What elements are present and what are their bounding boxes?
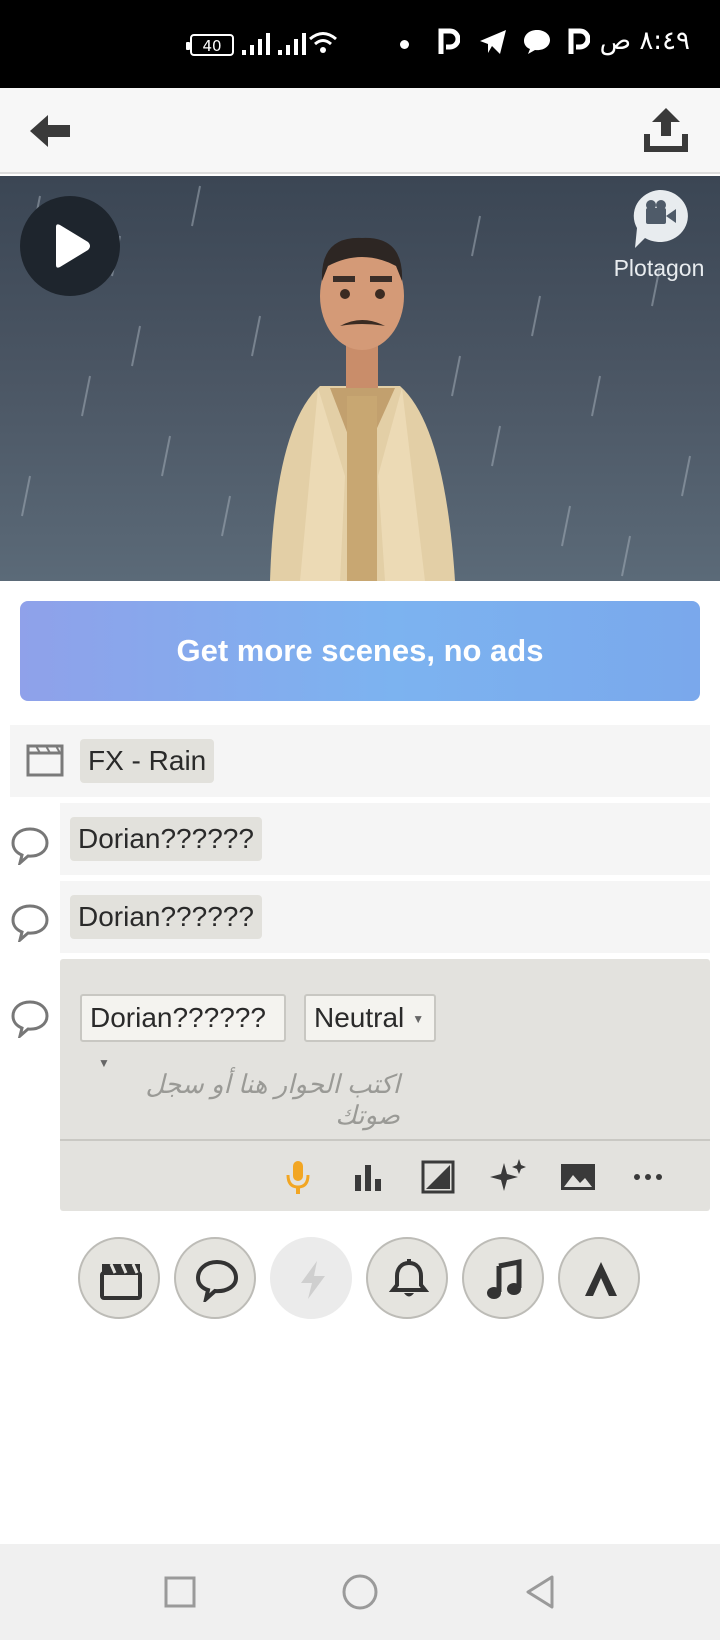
image-contrast-icon[interactable] — [418, 1157, 458, 1197]
telegram-icon — [480, 30, 506, 54]
add-music-button[interactable] — [462, 1237, 544, 1319]
mood-dropdown-value: Neutral — [314, 1002, 405, 1033]
app-p-icon-2 — [568, 28, 590, 54]
system-nav-bar — [0, 1544, 720, 1640]
mood-dropdown[interactable]: Neutral ▼ — [304, 994, 436, 1042]
scene-chip[interactable]: FX - Rain — [80, 739, 215, 783]
status-bar: 40 ٨:٤٩ ص — [0, 0, 720, 88]
promo-button[interactable]: Get more scenes, no ads — [20, 601, 700, 701]
character-chip[interactable]: Dorian?????? — [70, 817, 262, 861]
play-icon — [56, 224, 90, 268]
bar-chart-icon[interactable] — [348, 1157, 388, 1197]
plotagon-logo-icon — [633, 189, 688, 248]
triangle-back-icon[interactable] — [520, 1572, 560, 1612]
more-icon[interactable] — [628, 1157, 668, 1197]
dialogue-input[interactable]: اكتب الحوار هنا أو سجل صوتك — [80, 1069, 400, 1131]
music-note-icon — [487, 1258, 522, 1299]
speech-bubble-icon — [195, 1259, 239, 1302]
wifi-icon — [309, 32, 337, 53]
speech-bubble-icon — [11, 904, 49, 942]
chevron-down-icon: ▼ — [98, 1056, 110, 1070]
share-upload-icon[interactable] — [640, 104, 692, 156]
video-preview[interactable]: Plotagon — [0, 176, 720, 581]
arrow-left-icon[interactable] — [26, 110, 74, 152]
app-p-icon — [438, 28, 460, 54]
character-chip[interactable]: Dorian?????? — [70, 895, 262, 939]
chat-app-icon — [524, 30, 550, 54]
signal-icon-2 — [278, 33, 306, 55]
brand-name: Plotagon — [613, 255, 705, 281]
add-dialogue-button[interactable] — [174, 1237, 256, 1319]
lightning-icon — [301, 1261, 325, 1299]
circle-icon[interactable] — [340, 1572, 380, 1612]
dialogue-row[interactable]: Dorian?????? — [60, 881, 710, 953]
scene-row[interactable]: FX - Rain — [10, 725, 710, 797]
text-a-icon — [585, 1262, 617, 1296]
bell-icon — [388, 1259, 430, 1297]
divider — [60, 1139, 710, 1141]
add-scene-button[interactable] — [78, 1237, 160, 1319]
add-action-button[interactable] — [270, 1237, 352, 1319]
add-sound-effect-button[interactable] — [366, 1237, 448, 1319]
dialogue-row[interactable]: Dorian?????? — [60, 803, 710, 875]
clapperboard-icon — [26, 744, 64, 777]
dialogue-editor: Dorian?????? ▼ Neutral ▼ اكتب الحوار هنا أ… — [60, 959, 710, 1211]
microphone-icon[interactable] — [278, 1157, 318, 1197]
play-button[interactable] — [20, 196, 120, 296]
brand-watermark: Plotagon — [604, 188, 714, 282]
add-text-button[interactable] — [558, 1237, 640, 1319]
picture-icon[interactable] — [558, 1157, 598, 1197]
square-icon[interactable] — [160, 1572, 200, 1612]
battery-icon: 40 — [186, 34, 234, 56]
clapperboard-icon — [100, 1263, 142, 1300]
signal-icon — [242, 33, 270, 55]
speech-bubble-icon — [11, 827, 49, 865]
chevron-down-icon: ▼ — [412, 1012, 425, 1026]
character-dropdown[interactable]: Dorian?????? ▼ — [80, 994, 286, 1070]
status-time: ٨:٤٩ ص — [599, 26, 690, 56]
sparkles-icon[interactable] — [488, 1157, 528, 1197]
speech-bubble-icon — [11, 1000, 49, 1038]
notification-dot-icon — [400, 40, 409, 49]
character-dropdown-value: Dorian?????? — [90, 1002, 266, 1033]
battery-level: 40 — [202, 37, 222, 55]
top-app-bar — [0, 88, 720, 174]
